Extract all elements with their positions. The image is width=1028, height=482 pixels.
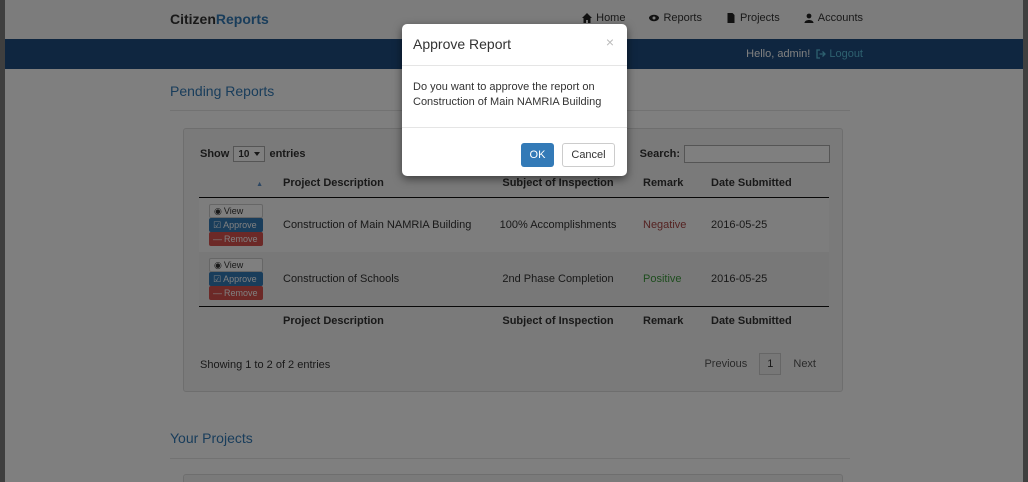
modal-message-line2: Construction of Main NAMRIA Building	[413, 96, 602, 108]
cancel-button[interactable]: Cancel	[562, 143, 615, 167]
modal-title: Approve Report	[413, 36, 512, 52]
close-icon[interactable]: ×	[606, 34, 614, 50]
approve-report-modal: Approve Report × Do you want to approve …	[402, 24, 627, 176]
modal-body: Do you want to approve the report on Con…	[402, 66, 627, 128]
modal-message-line1: Do you want to approve the report on	[413, 81, 595, 93]
ok-button[interactable]: OK	[521, 143, 554, 167]
modal-footer: OK Cancel	[402, 128, 627, 176]
modal-header: Approve Report ×	[402, 24, 627, 66]
